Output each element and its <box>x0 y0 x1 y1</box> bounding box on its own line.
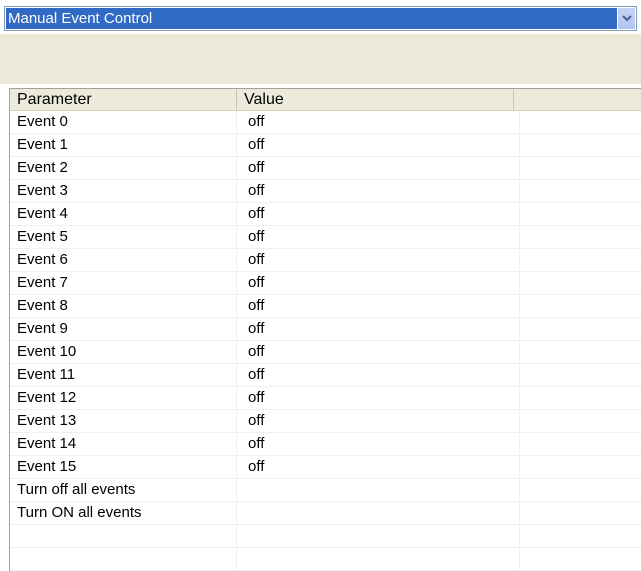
table-row[interactable]: Event 6 off <box>10 249 641 272</box>
combobox-dropdown-button[interactable] <box>618 8 635 29</box>
parameter-cell[interactable]: Event 9 <box>10 318 237 340</box>
parameter-cell[interactable]: Event 13 <box>10 410 237 432</box>
value-cell[interactable]: off <box>237 180 520 202</box>
empty-cell <box>520 111 641 133</box>
table-row[interactable]: Event 14 off <box>10 433 641 456</box>
empty-cell <box>520 479 641 501</box>
parameter-cell[interactable]: Event 6 <box>10 249 237 271</box>
value-cell[interactable] <box>237 548 520 570</box>
value-cell[interactable]: off <box>237 456 520 478</box>
table-row[interactable]: Event 12 off <box>10 387 641 410</box>
value-cell[interactable]: off <box>237 157 520 179</box>
value-cell[interactable]: off <box>237 364 520 386</box>
column-header-empty[interactable] <box>514 89 641 110</box>
value-cell[interactable]: off <box>237 111 520 133</box>
value-cell[interactable]: off <box>237 134 520 156</box>
empty-cell <box>520 341 641 363</box>
empty-cell <box>520 456 641 478</box>
parameter-cell[interactable]: Turn off all events <box>10 479 237 501</box>
table-row[interactable]: Event 10 off <box>10 341 641 364</box>
empty-cell <box>520 525 641 547</box>
chevron-down-icon <box>622 15 632 22</box>
empty-cell <box>520 226 641 248</box>
table-row[interactable]: Event 0 off <box>10 111 641 134</box>
column-header-parameter[interactable]: Parameter <box>10 89 237 110</box>
grid-rows: Event 0 off Event 1 off Event 2 off Event 3 off… <box>10 111 641 571</box>
value-cell[interactable]: off <box>237 341 520 363</box>
grid-header: Parameter Value <box>10 89 641 111</box>
empty-cell <box>520 249 641 271</box>
table-row[interactable]: Event 2 off <box>10 157 641 180</box>
value-cell[interactable]: off <box>237 249 520 271</box>
table-row[interactable]: Event 9 off <box>10 318 641 341</box>
value-cell[interactable]: off <box>237 433 520 455</box>
parameter-cell[interactable]: Event 7 <box>10 272 237 294</box>
table-row[interactable]: Event 5 off <box>10 226 641 249</box>
parameter-cell[interactable]: Event 5 <box>10 226 237 248</box>
parameter-cell[interactable]: Event 3 <box>10 180 237 202</box>
empty-cell <box>520 157 641 179</box>
parameter-cell[interactable]: Event 12 <box>10 387 237 409</box>
value-cell[interactable]: off <box>237 226 520 248</box>
empty-cell <box>520 180 641 202</box>
parameter-cell[interactable]: Event 10 <box>10 341 237 363</box>
value-cell[interactable] <box>237 525 520 547</box>
parameter-cell[interactable]: Event 8 <box>10 295 237 317</box>
parameter-cell[interactable]: Event 1 <box>10 134 237 156</box>
empty-cell <box>520 134 641 156</box>
table-row[interactable]: Event 7 off <box>10 272 641 295</box>
parameter-cell[interactable] <box>10 525 237 547</box>
empty-cell <box>520 433 641 455</box>
value-cell[interactable]: off <box>237 272 520 294</box>
value-cell[interactable]: off <box>237 203 520 225</box>
table-row[interactable]: Event 11 off <box>10 364 641 387</box>
empty-cell <box>520 410 641 432</box>
combobox-selected-value[interactable]: Manual Event Control <box>6 8 617 29</box>
parameter-cell[interactable]: Event 0 <box>10 111 237 133</box>
value-cell[interactable] <box>237 502 520 524</box>
table-row[interactable]: Event 8 off <box>10 295 641 318</box>
mode-select-combobox[interactable]: Manual Event Control <box>4 6 637 31</box>
empty-cell <box>520 203 641 225</box>
value-cell[interactable]: off <box>237 387 520 409</box>
parameter-cell[interactable]: Event 2 <box>10 157 237 179</box>
empty-cell <box>520 318 641 340</box>
empty-cell <box>520 387 641 409</box>
column-header-value[interactable]: Value <box>237 89 514 110</box>
table-row[interactable]: Event 15 off <box>10 456 641 479</box>
empty-cell <box>520 548 641 570</box>
table-row[interactable] <box>10 525 641 548</box>
value-cell[interactable] <box>237 479 520 501</box>
table-row[interactable]: Turn off all events <box>10 479 641 502</box>
value-cell[interactable]: off <box>237 410 520 432</box>
empty-cell <box>520 502 641 524</box>
empty-cell <box>520 364 641 386</box>
parameter-cell[interactable]: Event 4 <box>10 203 237 225</box>
toolbar-area <box>0 34 641 84</box>
parameter-grid: Parameter Value Event 0 off Event 1 off Even… <box>9 88 641 571</box>
parameter-cell[interactable]: Event 14 <box>10 433 237 455</box>
table-row[interactable]: Event 1 off <box>10 134 641 157</box>
table-row[interactable]: Event 4 off <box>10 203 641 226</box>
parameter-cell[interactable]: Event 11 <box>10 364 237 386</box>
manual-event-control-window: Manual Event Control Parameter Value Eve… <box>0 0 641 571</box>
empty-cell <box>520 272 641 294</box>
table-row[interactable] <box>10 548 641 571</box>
parameter-cell[interactable]: Event 15 <box>10 456 237 478</box>
value-cell[interactable]: off <box>237 295 520 317</box>
table-row[interactable]: Turn ON all events <box>10 502 641 525</box>
parameter-cell[interactable]: Turn ON all events <box>10 502 237 524</box>
value-cell[interactable]: off <box>237 318 520 340</box>
table-row[interactable]: Event 13 off <box>10 410 641 433</box>
table-row[interactable]: Event 3 off <box>10 180 641 203</box>
parameter-cell[interactable] <box>10 548 237 570</box>
empty-cell <box>520 295 641 317</box>
